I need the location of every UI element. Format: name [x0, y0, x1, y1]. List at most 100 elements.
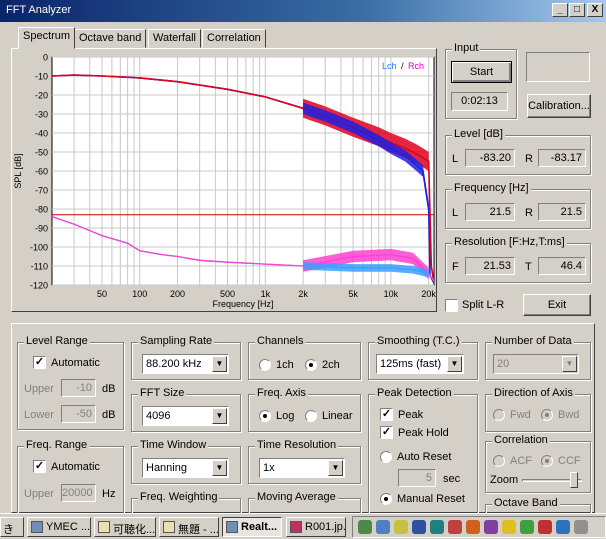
- moving-average-group: Moving Average: [248, 491, 361, 513]
- tray-app-icon[interactable]: [394, 520, 408, 534]
- tab-correlation[interactable]: Correlation: [202, 29, 266, 48]
- mail-icon: [98, 521, 110, 533]
- manual-reset-radio[interactable]: [380, 493, 392, 505]
- freq-upper-unit: Hz: [102, 488, 116, 500]
- y-tick-label: 0: [43, 53, 48, 63]
- tray-app-icon[interactable]: [376, 520, 390, 534]
- tray-app-icon[interactable]: [412, 520, 426, 534]
- correlation-ccf-radio[interactable]: [541, 455, 553, 467]
- y-tick-label: -70: [35, 186, 48, 196]
- chevron-down-icon: ▼: [562, 356, 577, 372]
- close-button[interactable]: X: [587, 3, 603, 17]
- y-tick-label: -120: [30, 281, 48, 291]
- resolution-f-value: 21.53: [465, 257, 515, 275]
- mail-icon: [163, 521, 175, 533]
- tab-octave-band[interactable]: Octave band: [74, 29, 147, 48]
- channels-1ch-label: 1ch: [276, 359, 294, 371]
- smoothing-select[interactable]: 125ms (fast) ▼: [376, 354, 464, 374]
- y-tick-label: -10: [35, 72, 48, 82]
- time-resolution-label: Time Resolution: [255, 439, 339, 451]
- frequency-l-value: 21.5: [465, 203, 515, 221]
- frequency-group-label: Frequency [Hz]: [452, 182, 531, 194]
- time-resolution-value: 1x: [263, 462, 275, 474]
- manual-reset-label: Manual Reset: [397, 493, 465, 505]
- y-axis-label: SPL [dB]: [13, 153, 23, 188]
- taskbar-item-realtime[interactable]: Realt...: [222, 517, 282, 537]
- taskbar-item-r001[interactable]: R001.jp...: [286, 517, 346, 537]
- direction-fwd-label: Fwd: [510, 409, 531, 421]
- freq-axis-linear-label: Linear: [322, 410, 353, 422]
- zoom-slider-thumb[interactable]: [570, 472, 578, 488]
- tray-app-icon[interactable]: [538, 520, 552, 534]
- start-button[interactable]: Start: [451, 61, 512, 83]
- exit-button[interactable]: Exit: [523, 294, 591, 316]
- network-icon[interactable]: [358, 520, 372, 534]
- sampling-rate-select[interactable]: 88.200 kHz ▼: [142, 354, 229, 374]
- taskbar-item-3[interactable]: 無題 - ...: [159, 517, 219, 537]
- channels-1ch-radio[interactable]: [259, 359, 271, 371]
- frequency-l-label: L: [452, 207, 459, 219]
- level-auto-checkbox[interactable]: ✓: [33, 356, 46, 369]
- direction-bwd-label: Bwd: [558, 409, 580, 421]
- tab-spectrum[interactable]: Spectrum: [18, 27, 76, 49]
- time-window-select[interactable]: Hanning ▼: [142, 458, 229, 478]
- peak-checkbox[interactable]: ✓: [380, 408, 393, 421]
- spectrum-chart: 0 -10 -20 -30 -40 -50 -60 -70 -80 -90 -100 -110 -120…: [13, 53, 436, 310]
- number-of-data-value: 20: [497, 358, 510, 370]
- peak-hold-checkbox[interactable]: ✓: [380, 426, 393, 439]
- tab-waterfall[interactable]: Waterfall: [148, 29, 201, 48]
- freq-auto-checkbox[interactable]: ✓: [33, 460, 46, 473]
- tray-app-icon[interactable]: [466, 520, 480, 534]
- direction-bwd-radio[interactable]: [541, 409, 553, 421]
- number-of-data-select[interactable]: 20 ▼: [493, 354, 579, 374]
- level-l-label: L: [452, 153, 459, 165]
- y-tick-label: -110: [31, 262, 48, 272]
- tray-app-icon[interactable]: [574, 520, 588, 534]
- freq-upper-label: Upper: [24, 488, 54, 500]
- level-lower-input[interactable]: -50: [61, 405, 96, 423]
- tray-app-icon[interactable]: [430, 520, 444, 534]
- tray-app-icon[interactable]: [484, 520, 498, 534]
- auto-reset-seconds-input[interactable]: 5: [398, 469, 436, 487]
- correlation-acf-radio[interactable]: [493, 455, 505, 467]
- input-group-label: Input: [452, 42, 481, 54]
- level-auto-label: Automatic: [51, 357, 100, 369]
- maximize-button[interactable]: □: [569, 3, 585, 17]
- level-upper-input[interactable]: -10: [61, 379, 96, 397]
- y-tick-label: -50: [35, 148, 48, 158]
- y-tick-label: -100: [30, 243, 48, 253]
- x-tick-label: 2k: [298, 289, 308, 299]
- y-tick-label: -20: [35, 91, 48, 101]
- split-lr-label: Split L-R: [462, 299, 505, 311]
- tray-app-icon[interactable]: [520, 520, 534, 534]
- level-group-label: Level [dB]: [452, 128, 505, 140]
- taskbar-item-ymec[interactable]: YMEC ...: [27, 517, 91, 537]
- freq-range-label: Freq. Range: [24, 439, 90, 451]
- time-window-value: Hanning: [146, 462, 187, 474]
- freq-axis-log-radio[interactable]: [259, 410, 271, 422]
- freq-axis-linear-radio[interactable]: [305, 410, 317, 422]
- split-lr-checkbox[interactable]: [445, 299, 458, 312]
- time-resolution-select[interactable]: 1x ▼: [259, 458, 345, 478]
- tray-app-icon[interactable]: [448, 520, 462, 534]
- title-bar: FFT Analyzer _ □ X: [0, 0, 606, 22]
- auto-reset-radio[interactable]: [380, 451, 392, 463]
- tray-app-icon[interactable]: [556, 520, 570, 534]
- direction-fwd-radio[interactable]: [493, 409, 505, 421]
- tray-app-icon[interactable]: [502, 520, 516, 534]
- y-tick-label: -80: [35, 205, 48, 215]
- freq-upper-input[interactable]: 20000: [61, 484, 96, 502]
- number-of-data-label: Number of Data: [492, 335, 574, 347]
- freq-auto-label: Automatic: [51, 461, 100, 473]
- taskbar-item-2[interactable]: 可聴化...: [94, 517, 156, 537]
- calibration-button[interactable]: Calibration...: [527, 94, 591, 118]
- taskbar-item-0[interactable]: き: [0, 517, 24, 537]
- fft-size-select[interactable]: 4096 ▼: [142, 406, 229, 426]
- resolution-t-value: 46.4: [538, 257, 586, 275]
- auto-reset-label: Auto Reset: [397, 451, 452, 463]
- y-tick-label: -30: [35, 110, 48, 120]
- channels-2ch-radio[interactable]: [305, 359, 317, 371]
- minimize-button[interactable]: _: [552, 3, 568, 17]
- elapsed-time: 0:02:13: [451, 92, 508, 111]
- y-tick-label: -90: [35, 224, 48, 234]
